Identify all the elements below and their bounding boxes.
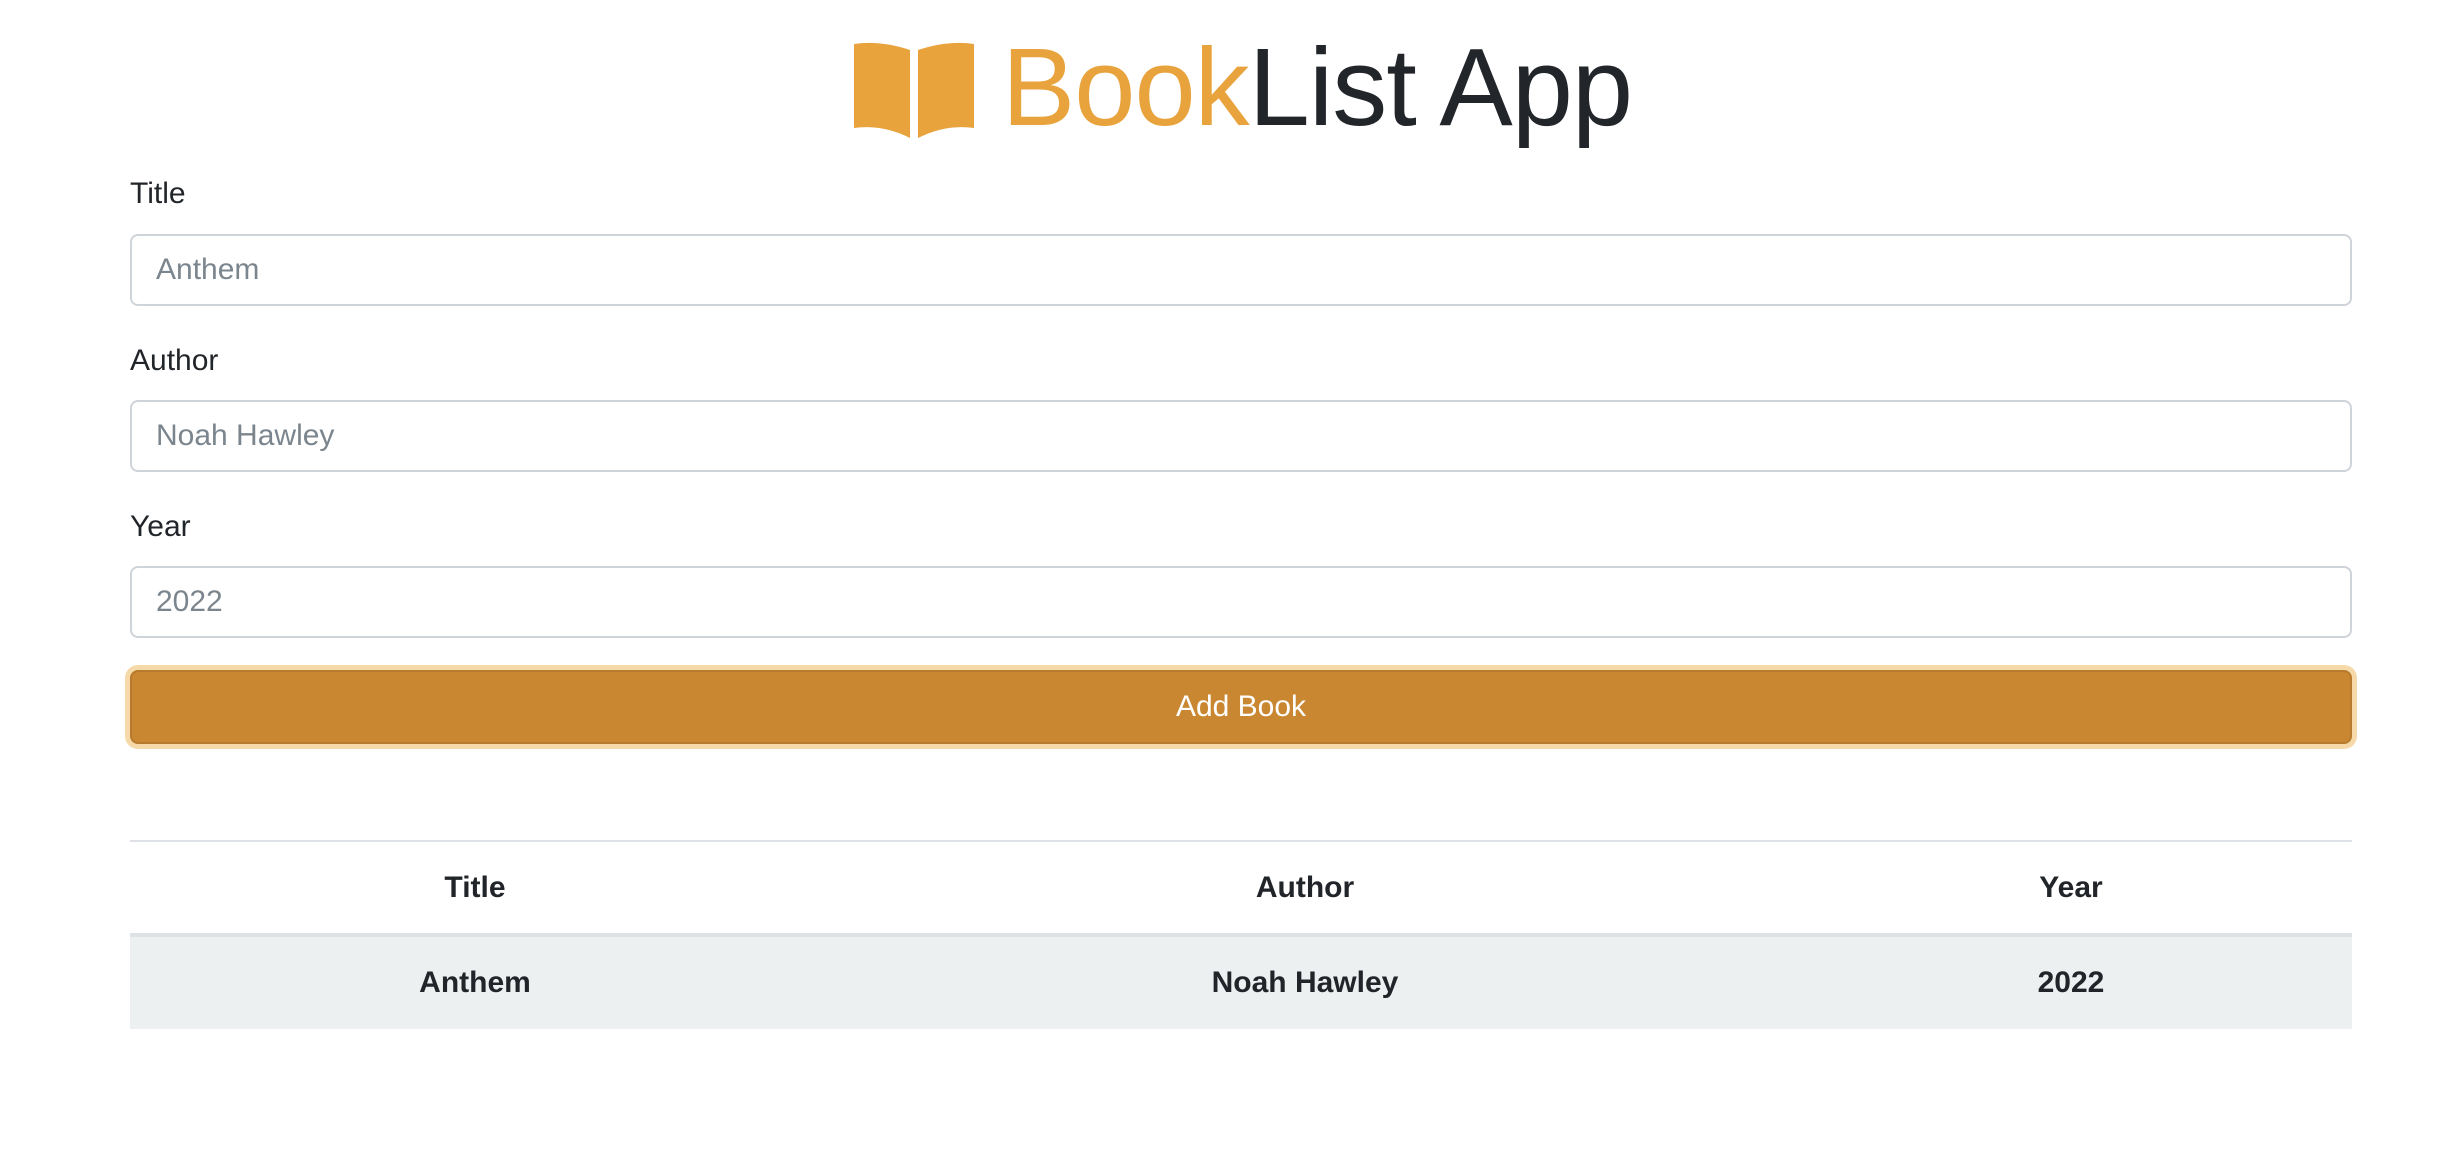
app-title: BookList App bbox=[1001, 26, 1633, 149]
book-title-cell: Anthem bbox=[419, 966, 531, 999]
table-header-row: Title Author Year bbox=[130, 841, 2352, 935]
column-header-author: Author bbox=[1255, 870, 1355, 904]
table-body: Anthem Noah Hawley 2022 bbox=[130, 935, 2352, 1029]
app-title-accent: Book bbox=[1001, 26, 1250, 149]
brand: BookList App bbox=[850, 26, 1633, 149]
author-label: Author bbox=[130, 344, 219, 377]
author-input[interactable] bbox=[130, 400, 2352, 472]
book-list-table: Title Author Year Anthem Noah Hawley 202… bbox=[130, 840, 2352, 1029]
column-header-title: Title bbox=[444, 870, 506, 904]
book-year-cell: 2022 bbox=[2037, 966, 2105, 999]
app-title-rest: List App bbox=[1248, 26, 1633, 149]
table-header: Title Author Year bbox=[130, 841, 2352, 935]
book-author-cell: Noah Hawley bbox=[1211, 966, 1399, 999]
table-row: Anthem Noah Hawley 2022 bbox=[130, 935, 2352, 1029]
add-book-button[interactable]: Add Book bbox=[130, 670, 2352, 744]
open-book-icon bbox=[853, 42, 974, 138]
title-input[interactable] bbox=[130, 234, 2352, 306]
app-header: BookList App bbox=[130, 28, 2352, 148]
year-input[interactable] bbox=[130, 566, 2352, 638]
year-label: Year bbox=[130, 510, 191, 543]
column-header-year: Year bbox=[2039, 870, 2103, 904]
title-label: Title bbox=[130, 177, 186, 210]
